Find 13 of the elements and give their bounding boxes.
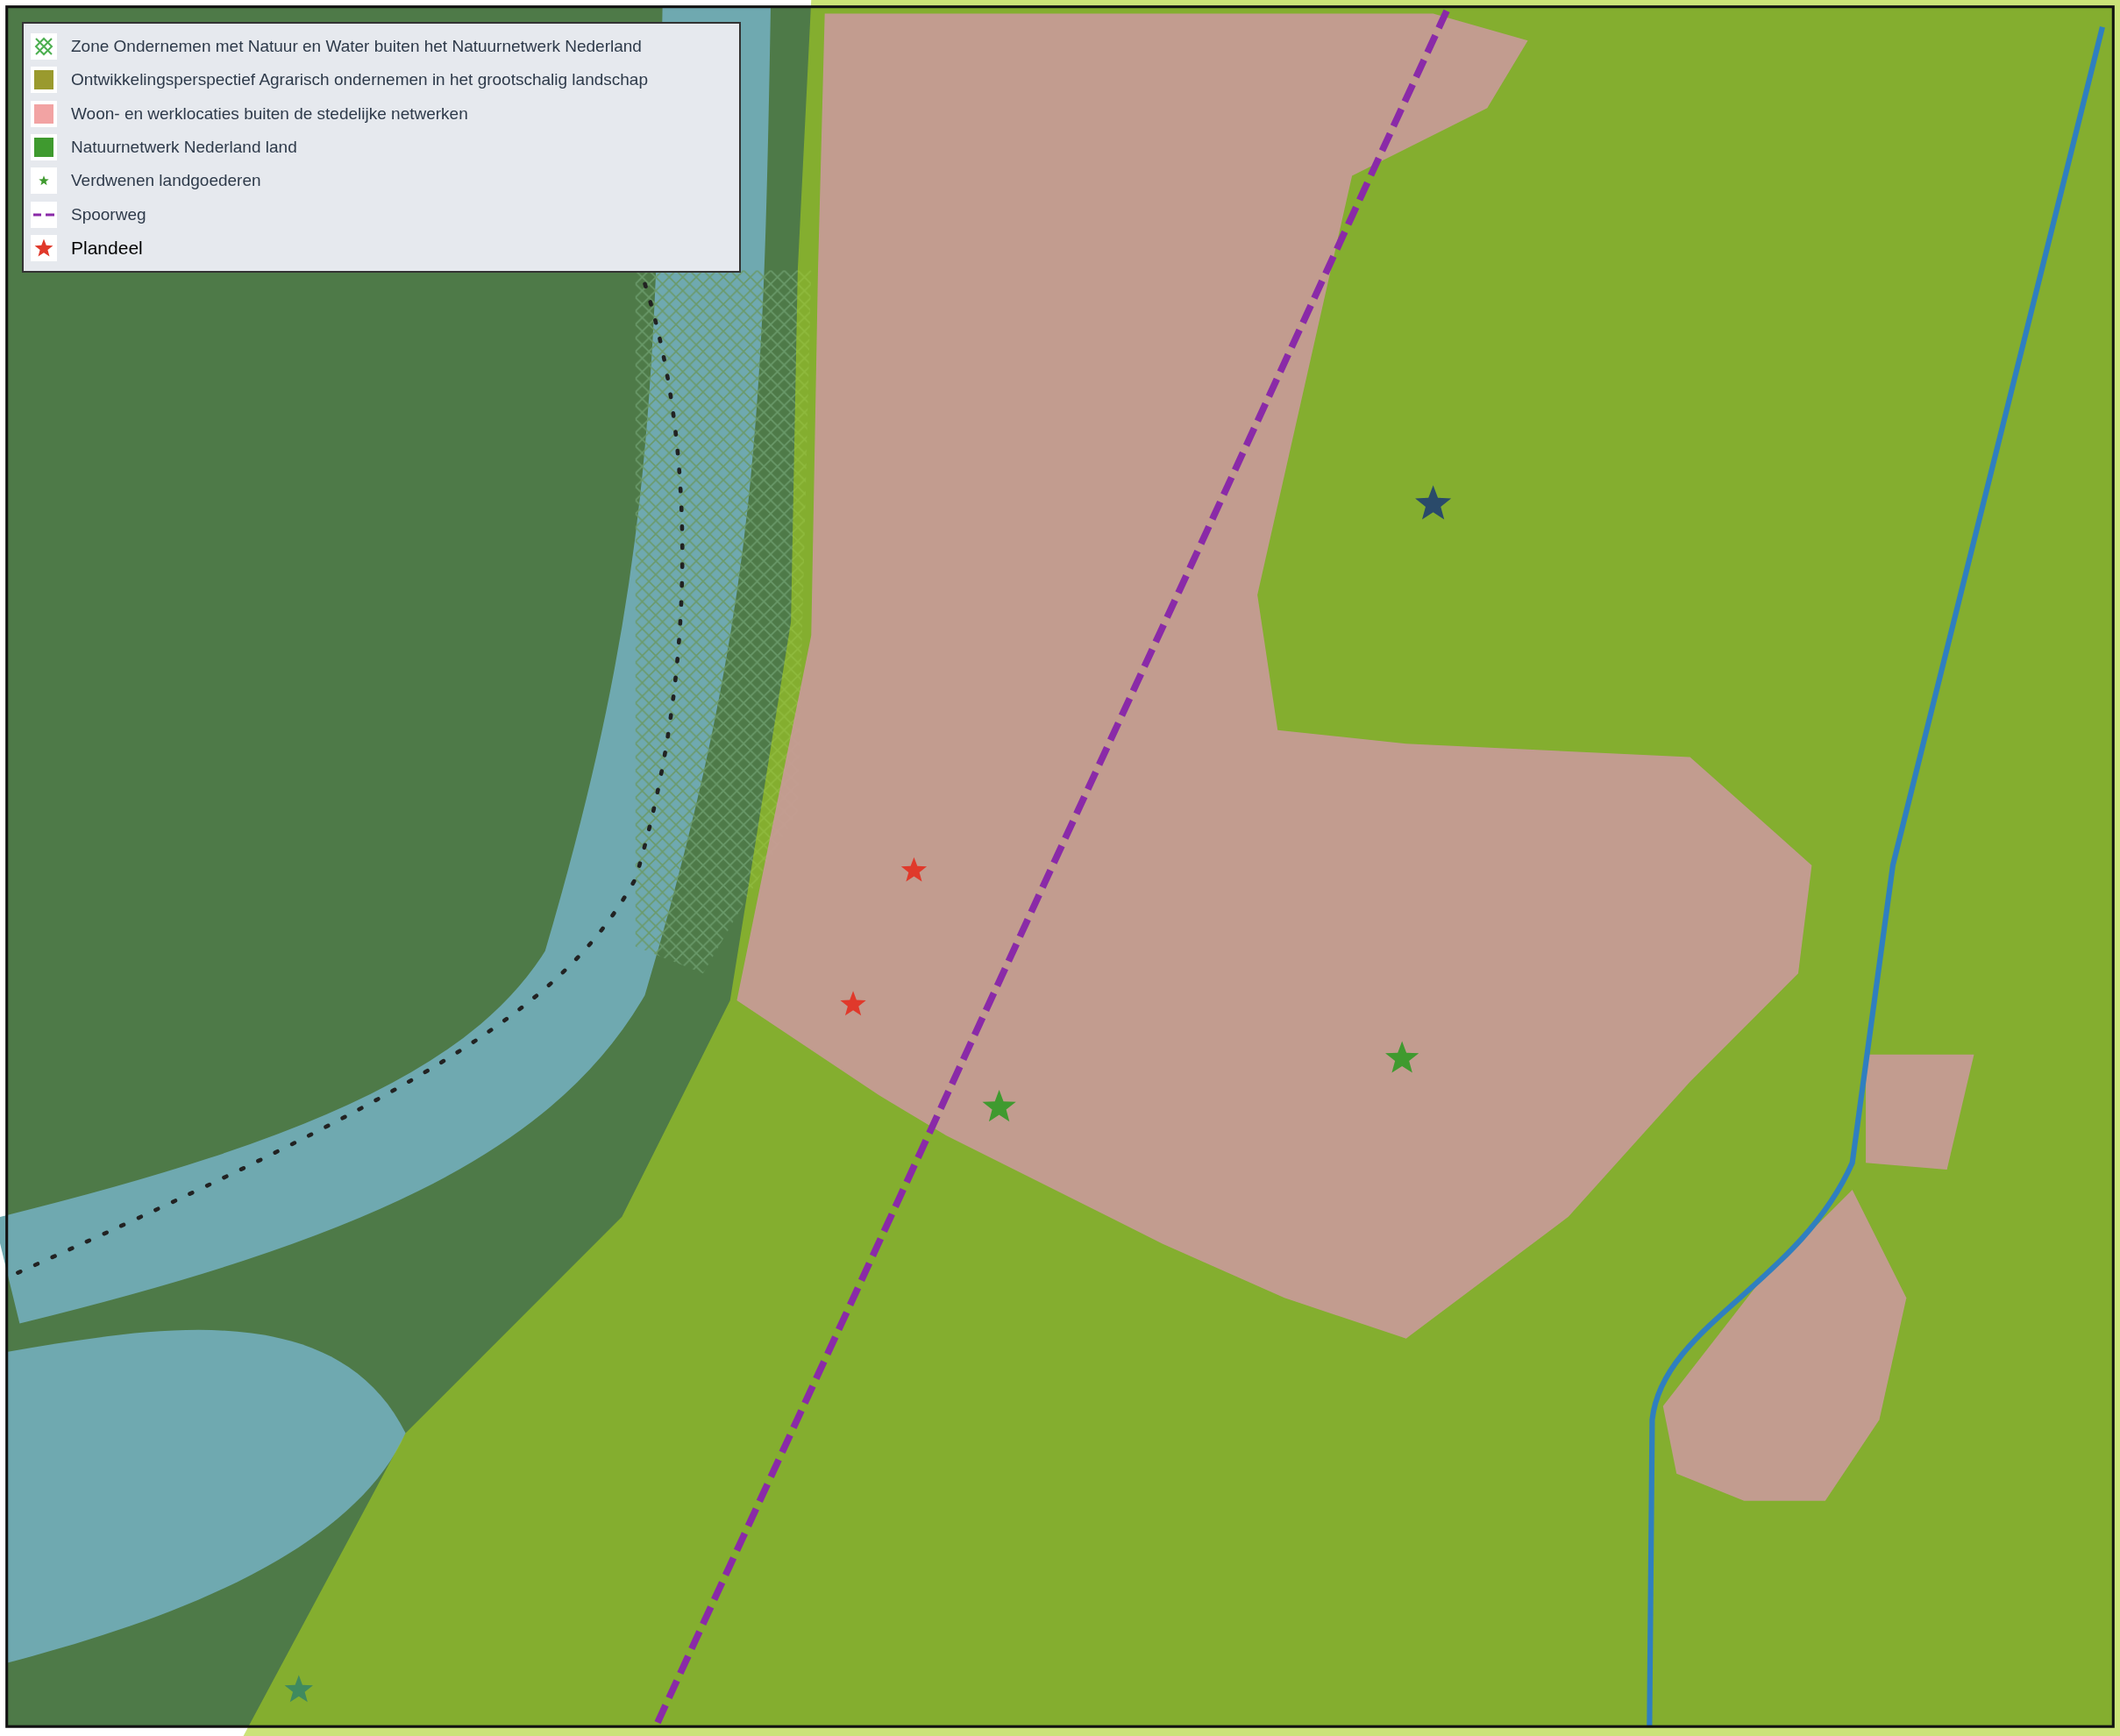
star-marker-icon (1415, 485, 1452, 520)
legend-label: Zone Ondernemen met Natuur en Water buiten het Natuurnetwerk Nederland (71, 37, 642, 56)
legend-label: Spoorweg (71, 204, 146, 224)
legend-label: Plandeel (71, 237, 143, 259)
star-marker-icon (982, 1089, 1016, 1122)
legend-label: Woon- en werklocaties buiten de stedelijke netwerken (71, 103, 468, 124)
star-marker-icon (284, 1675, 313, 1703)
legend-label: Natuurnetwerk Nederland land (71, 138, 297, 157)
legend-label: Verdwenen landgoederen (71, 171, 261, 191)
legend-label: Ontwikkelingsperspectief Agrarisch ondernemen in het grootschalig landschap (71, 70, 648, 90)
star-marker-icon (900, 857, 928, 882)
star-marker-icon (1385, 1041, 1419, 1073)
star-marker-icon (840, 991, 866, 1016)
